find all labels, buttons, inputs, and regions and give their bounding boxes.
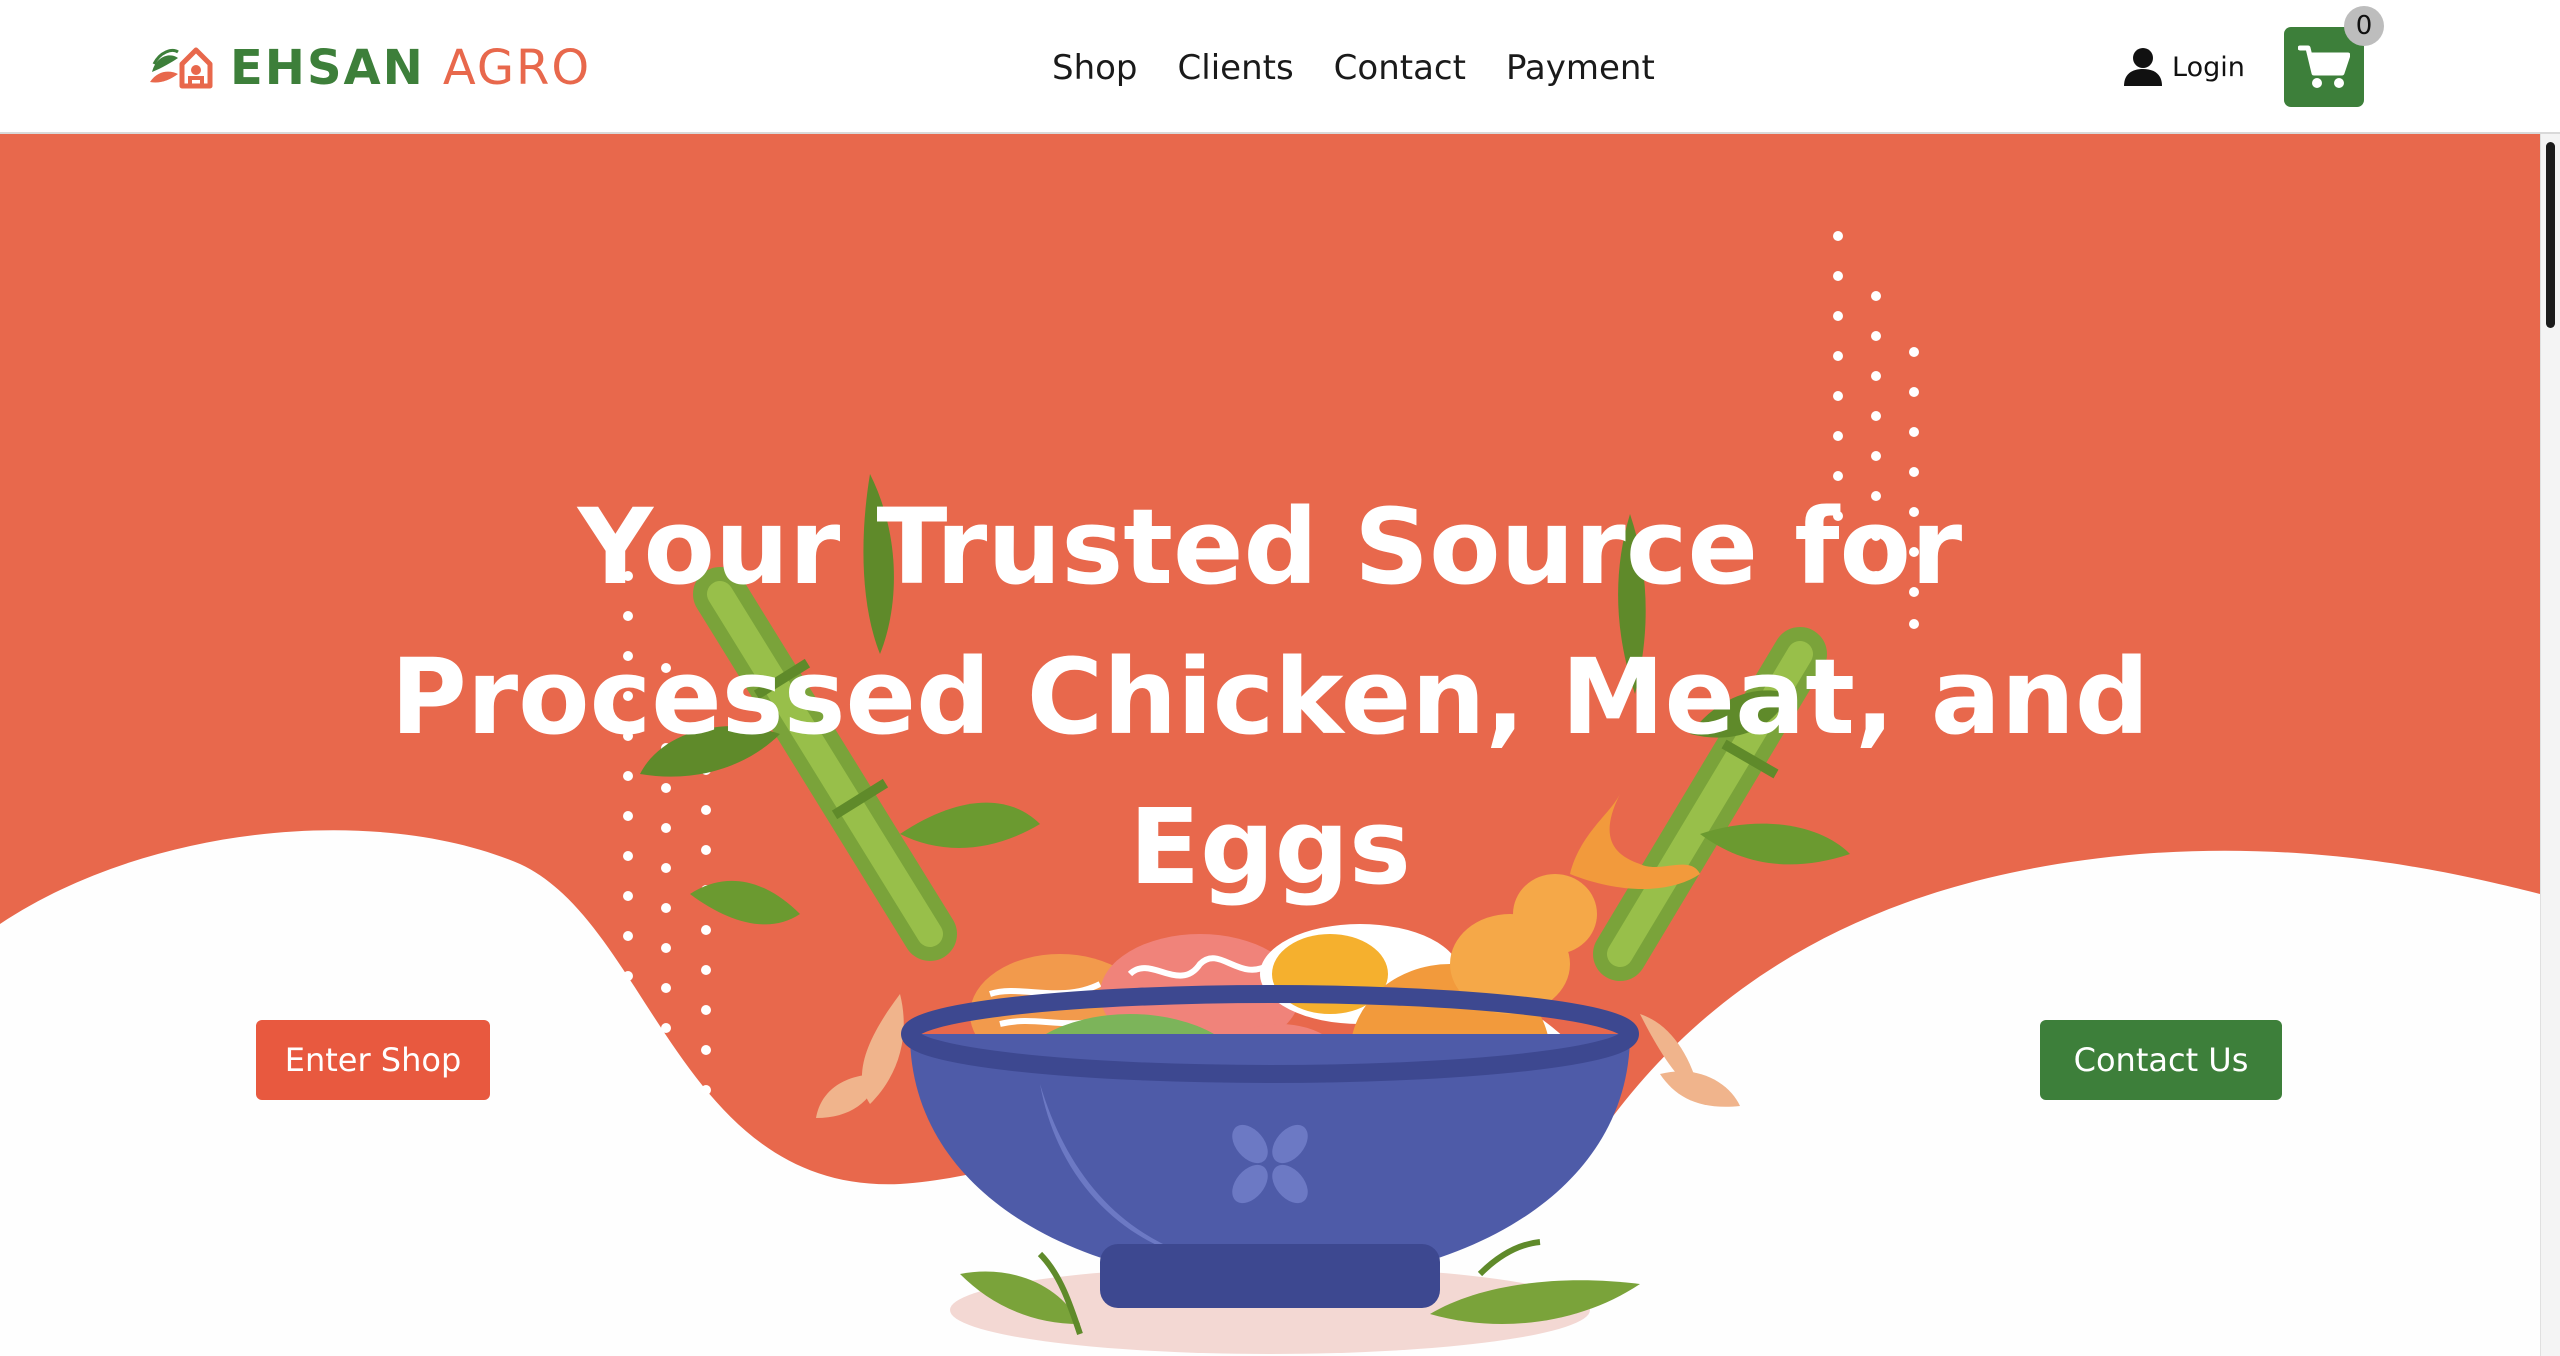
site-header: EHSAN AGRO Shop Clients Contact Payment L… xyxy=(0,0,2560,134)
nav-link-payment[interactable]: Payment xyxy=(1506,48,1655,88)
user-icon xyxy=(2124,48,2162,86)
brand-name-part2: AGRO xyxy=(442,40,592,96)
scrollbar-thumb[interactable] xyxy=(2546,142,2555,328)
enter-shop-button[interactable]: Enter Shop xyxy=(256,1020,490,1100)
login-link[interactable]: Login xyxy=(2122,44,2245,90)
login-label: Login xyxy=(2172,51,2245,83)
contact-us-button[interactable]: Contact Us xyxy=(2040,1020,2282,1100)
brand-name: EHSAN AGRO xyxy=(230,44,591,92)
page: EHSAN AGRO Shop Clients Contact Payment L… xyxy=(0,0,2560,1356)
logo-icon xyxy=(150,47,213,89)
main-nav: Shop Clients Contact Payment xyxy=(1052,40,1695,96)
vertical-scrollbar[interactable] xyxy=(2540,134,2560,1356)
brand-name-part1: EHSAN xyxy=(230,40,425,96)
hero-section: Your Trusted Source for Processed Chicke… xyxy=(0,134,2540,1356)
nav-link-shop[interactable]: Shop xyxy=(1052,48,1138,88)
nav-link-clients[interactable]: Clients xyxy=(1178,48,1294,88)
cart-count-badge: 0 xyxy=(2344,6,2384,46)
hero-title: Your Trusted Source for Processed Chicke… xyxy=(390,485,2150,908)
brand-logo[interactable]: EHSAN AGRO xyxy=(148,40,591,96)
shopping-cart-icon xyxy=(2298,45,2350,88)
nav-link-contact[interactable]: Contact xyxy=(1334,48,1466,88)
